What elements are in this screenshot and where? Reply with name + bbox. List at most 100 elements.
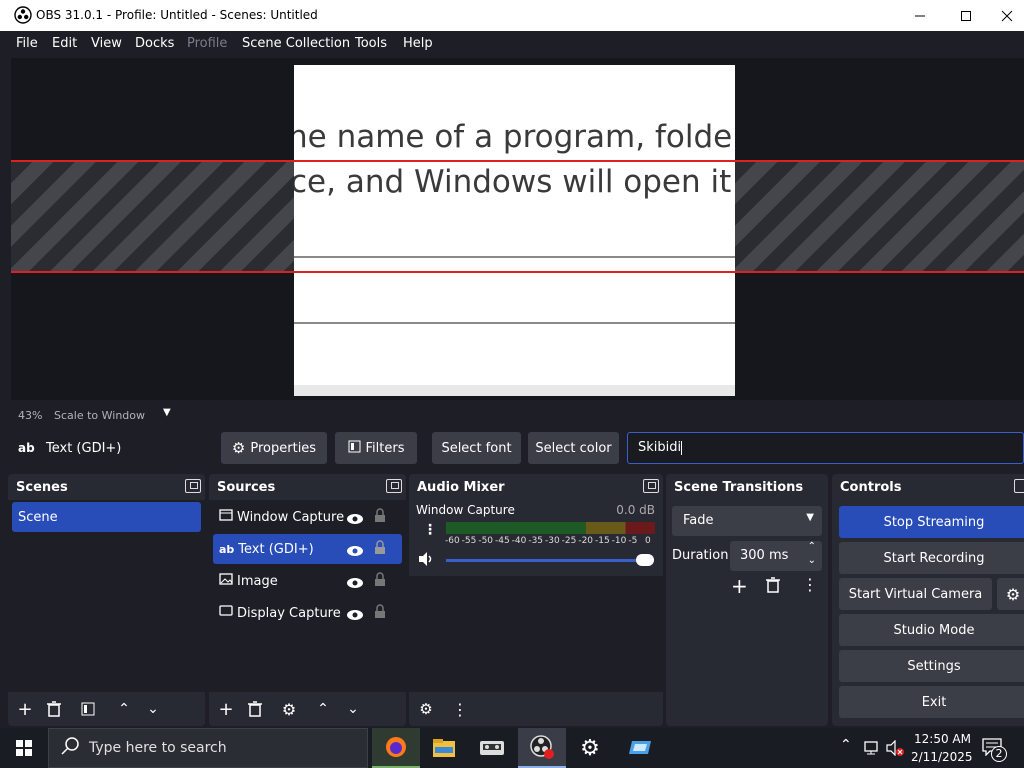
scene-item[interactable]: Scene	[12, 502, 201, 532]
move-up-icon[interactable]: ⌃	[310, 696, 336, 722]
undock-icon[interactable]	[1014, 479, 1024, 493]
sources-dock: Sources Window Capture ab Text (GDI+) Im…	[209, 474, 406, 726]
menu-file[interactable]: File	[16, 36, 38, 51]
studio-mode-button[interactable]: Studio Mode	[839, 614, 1024, 646]
lock-icon[interactable]	[374, 508, 386, 527]
remote-desktop-taskbar-icon[interactable]	[616, 728, 664, 768]
trash-icon[interactable]	[41, 696, 67, 722]
more-options-icon[interactable]: ⋮	[802, 575, 818, 594]
taskbar-search[interactable]: Type here to search	[48, 728, 368, 768]
captured-text-line-2: ce, and Windows will open it	[294, 164, 732, 200]
meter-tick-label: -55	[461, 536, 477, 546]
menu-help[interactable]: Help	[403, 36, 433, 51]
select-font-button[interactable]: Select font	[432, 432, 521, 464]
volume-slider-track[interactable]	[446, 559, 654, 562]
search-placeholder: Type here to search	[89, 740, 227, 756]
select-color-button[interactable]: Select color	[528, 432, 619, 464]
add-transition-icon[interactable]: +	[731, 574, 748, 598]
eye-icon[interactable]	[346, 574, 364, 593]
menu-edit[interactable]: Edit	[52, 36, 77, 51]
chevron-down-icon[interactable]: ▼	[163, 407, 171, 418]
lock-icon[interactable]	[374, 604, 386, 623]
more-options-icon[interactable]: ⋮	[447, 696, 473, 722]
meter-tick-label: -30	[545, 536, 560, 546]
audio-mixer-title: Audio Mixer	[417, 480, 505, 495]
stop-streaming-button[interactable]: Stop Streaming	[839, 506, 1024, 538]
add-source-icon[interactable]: +	[213, 696, 239, 722]
maximize-button[interactable]	[943, 0, 989, 31]
channel-name: Window Capture	[416, 503, 515, 517]
monitor-icon	[219, 605, 233, 621]
selection-top-line	[735, 160, 1024, 162]
undock-icon[interactable]	[386, 479, 402, 493]
eye-icon[interactable]	[346, 606, 364, 625]
filters-button[interactable]: Filters	[335, 432, 417, 464]
duration-stepper[interactable]: 300 ms ⌃ ⌄	[730, 541, 822, 571]
exit-button[interactable]: Exit	[839, 686, 1024, 718]
close-button[interactable]	[989, 0, 1024, 31]
advanced-audio-gear-icon[interactable]: ⚙	[413, 696, 439, 722]
scale-mode-dropdown[interactable]: Scale to Window	[54, 409, 145, 422]
volume-slider-handle[interactable]	[636, 554, 654, 566]
source-label: Display Capture	[237, 605, 341, 621]
text-input[interactable]: Skibidi	[627, 432, 1024, 464]
obs-logo-icon	[14, 6, 32, 28]
volume-muted-icon[interactable]	[886, 739, 904, 760]
speaker-icon[interactable]	[417, 551, 435, 571]
cassette-app-taskbar-icon[interactable]	[468, 728, 516, 768]
chevron-up-icon[interactable]: ⌃	[840, 737, 852, 753]
lock-icon[interactable]	[374, 540, 386, 559]
chevron-up-icon[interactable]: ⌃	[808, 541, 816, 552]
properties-label: Properties	[250, 440, 317, 456]
move-down-icon[interactable]: ⌄	[340, 696, 366, 722]
level-meter	[446, 522, 655, 534]
notification-count-badge: 2	[991, 746, 1007, 762]
trash-icon[interactable]	[242, 696, 268, 722]
settings-button[interactable]: Settings	[839, 650, 1024, 682]
trash-icon[interactable]	[766, 577, 780, 597]
firefox-taskbar-icon[interactable]	[372, 728, 420, 768]
chevron-down-icon: ▼	[806, 512, 814, 523]
move-up-icon[interactable]: ⌃	[111, 696, 137, 722]
network-icon[interactable]	[862, 740, 880, 760]
undock-icon[interactable]	[643, 479, 659, 493]
gear-icon[interactable]: ⚙	[276, 696, 302, 722]
audio-mixer-dock: Audio Mixer Window Capture 0.0 dB ⋮ -60-…	[409, 474, 663, 726]
menu-profile[interactable]: Profile	[187, 36, 227, 51]
sources-title: Sources	[217, 480, 276, 495]
sources-list: Window Capture ab Text (GDI+) Image Disp…	[209, 500, 406, 692]
windows-start-icon[interactable]	[0, 728, 48, 768]
menu-bar: File Edit View Docks Profile Scene Colle…	[0, 31, 1024, 55]
captured-divider	[294, 322, 735, 324]
settings-taskbar-icon[interactable]: ⚙	[566, 728, 614, 768]
minimize-button[interactable]	[897, 0, 943, 31]
properties-button[interactable]: ⚙ Properties	[221, 432, 327, 464]
add-scene-icon[interactable]: +	[12, 696, 38, 722]
captured-divider	[294, 256, 735, 258]
move-down-icon[interactable]: ⌄	[140, 696, 166, 722]
virtual-camera-gear-icon[interactable]: ⚙	[997, 578, 1024, 610]
menu-docks[interactable]: Docks	[135, 36, 174, 51]
selection-bottom-line	[735, 271, 1024, 273]
undock-icon[interactable]	[185, 479, 201, 493]
transition-select[interactable]: Fade ▼	[672, 506, 822, 536]
start-virtual-camera-button[interactable]: Start Virtual Camera	[839, 578, 992, 610]
scenes-dock: Scenes Scene + ⌃ ⌄	[8, 474, 205, 726]
eye-icon[interactable]	[346, 510, 364, 529]
obs-taskbar-icon[interactable]	[518, 728, 566, 768]
file-explorer-taskbar-icon[interactable]	[420, 728, 468, 768]
meter-tick-label: -60	[445, 536, 460, 546]
more-options-icon[interactable]: ⋮	[423, 522, 437, 538]
start-recording-button[interactable]: Start Recording	[839, 542, 1024, 574]
eye-icon[interactable]	[346, 542, 364, 561]
clock-date[interactable]: 2/11/2025	[911, 750, 973, 764]
chevron-down-icon[interactable]: ⌄	[808, 555, 816, 566]
lock-icon[interactable]	[374, 572, 386, 591]
menu-scene-collection[interactable]: Scene Collection	[242, 36, 350, 51]
filter-icon	[348, 440, 361, 457]
clock-time[interactable]: 12:50 AM	[914, 732, 971, 746]
window-capture-content: he name of a program, folder ce, and Win…	[294, 65, 735, 396]
menu-view[interactable]: View	[91, 36, 122, 51]
scene-filters-icon[interactable]	[75, 696, 101, 722]
menu-tools[interactable]: Tools	[355, 36, 387, 51]
